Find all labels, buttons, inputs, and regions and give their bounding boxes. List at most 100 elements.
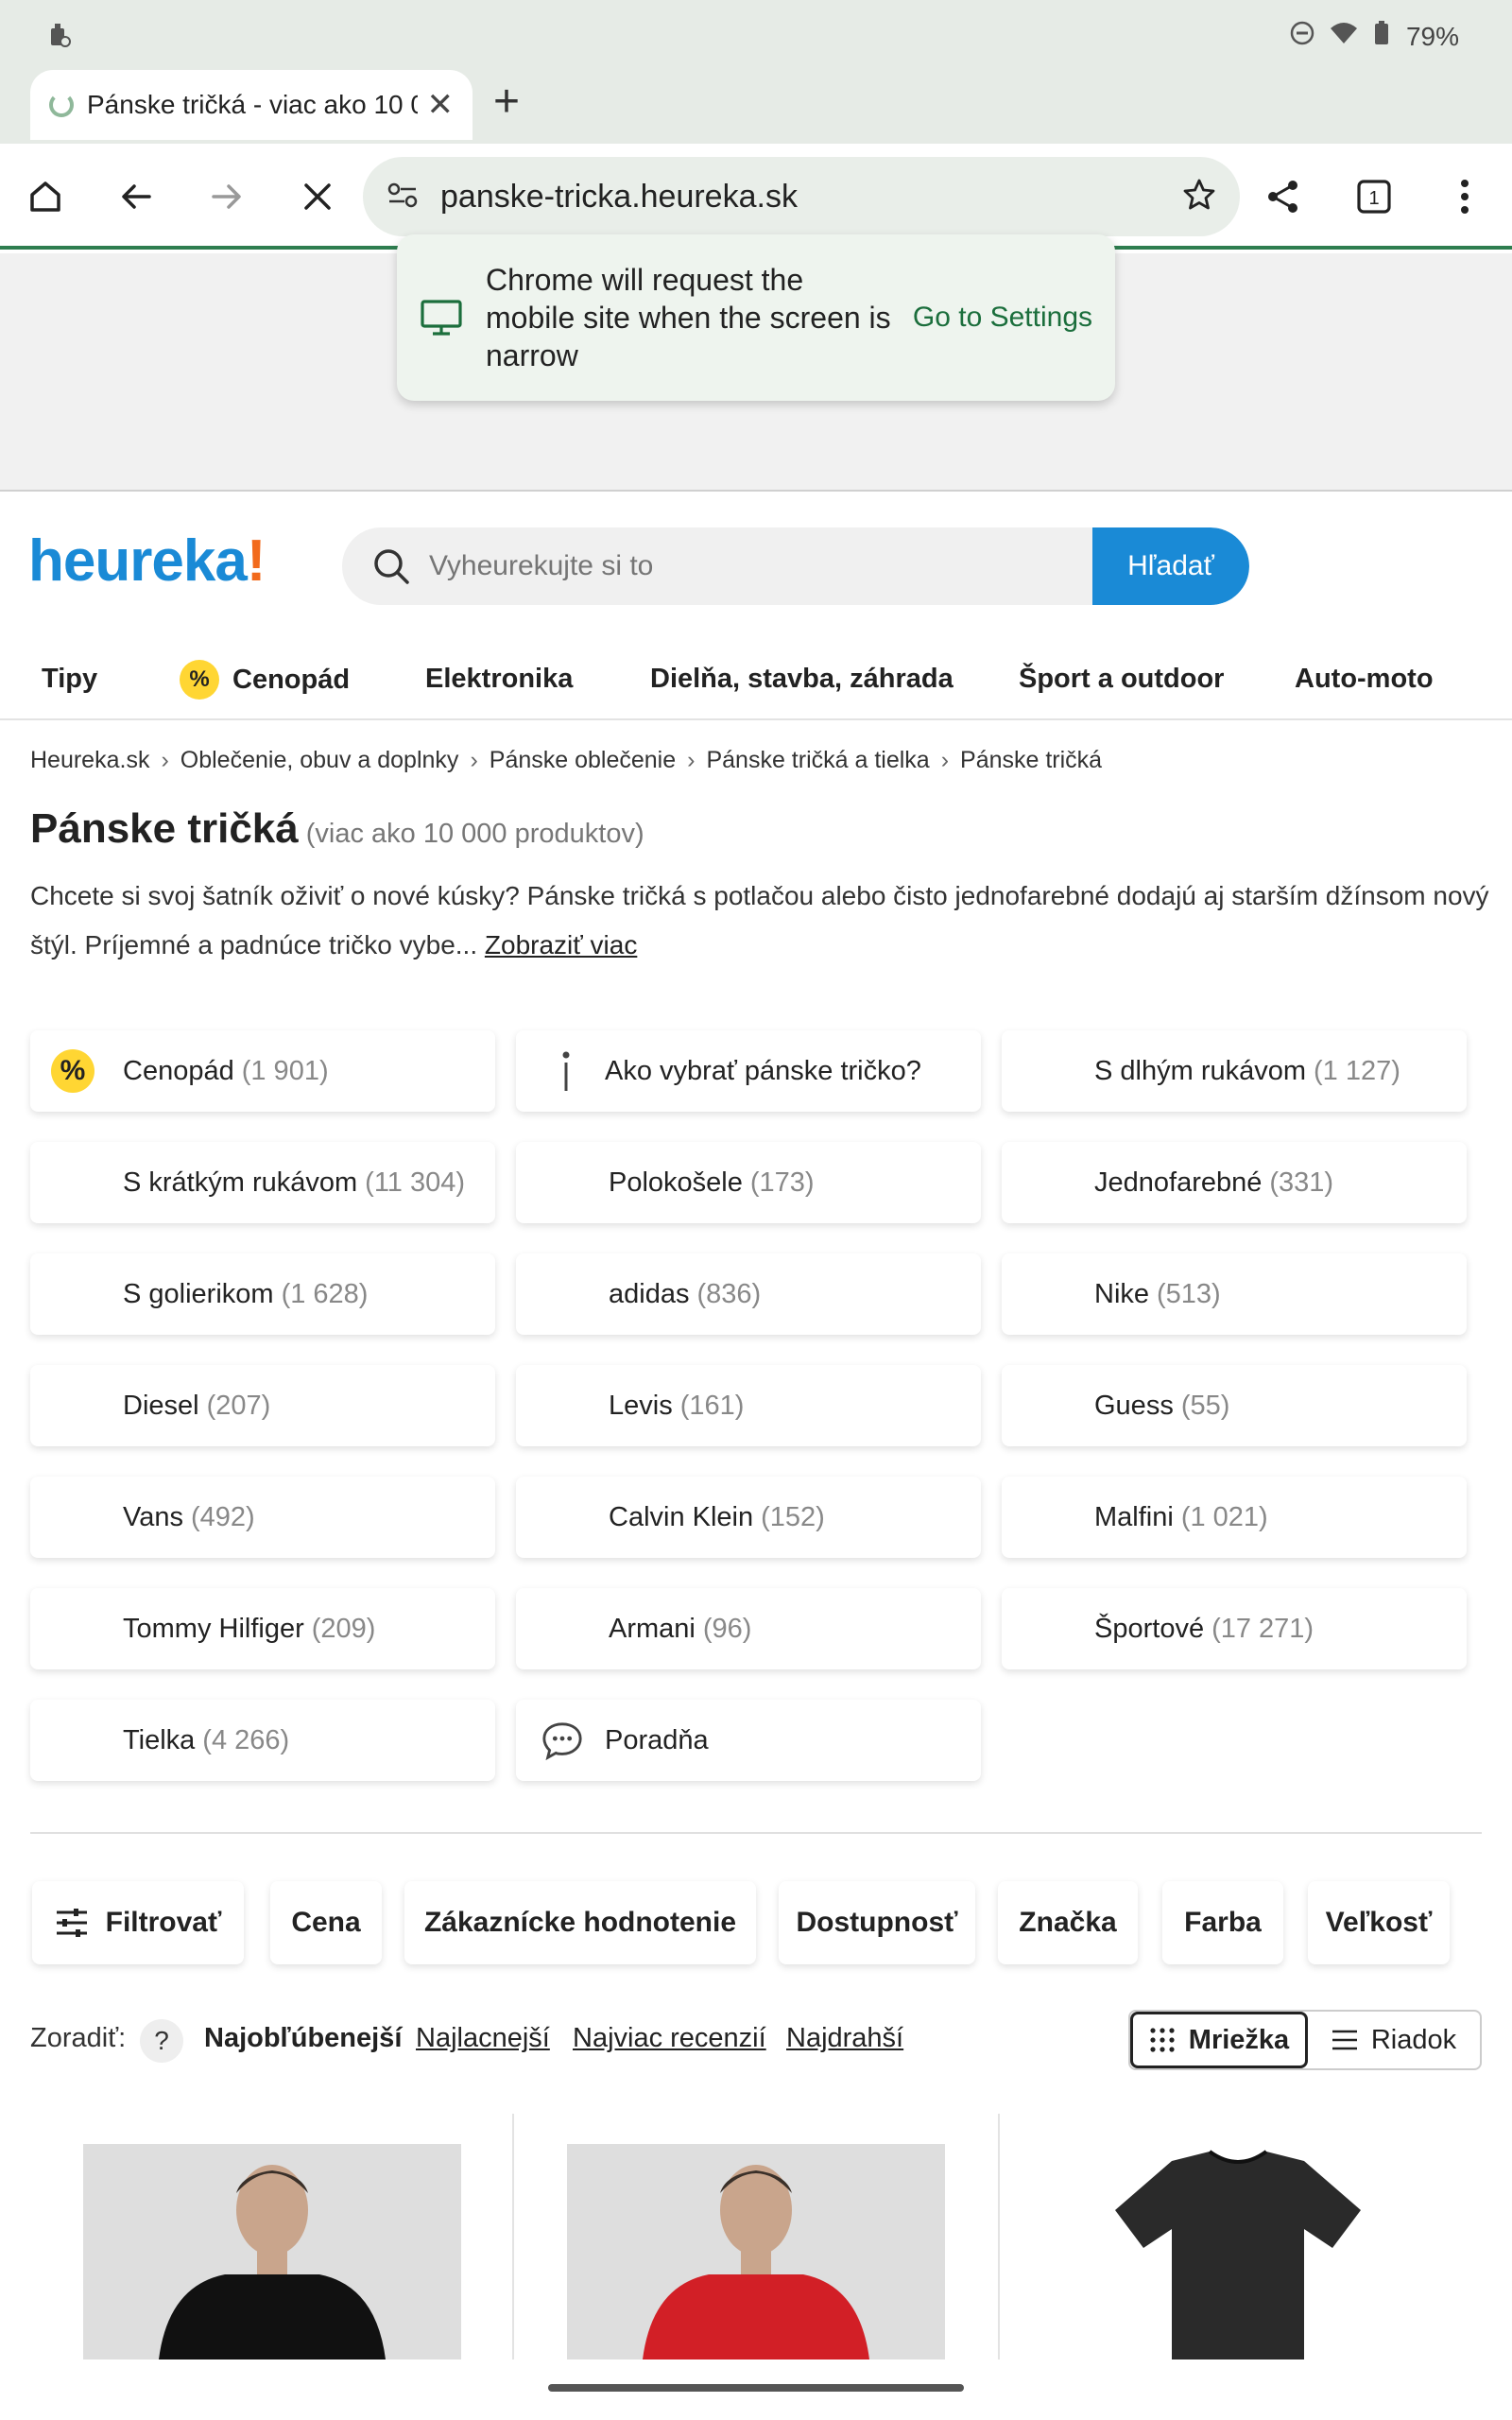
category-count: (513) bbox=[1157, 1278, 1221, 1309]
category-count: (1 127) bbox=[1314, 1055, 1400, 1086]
info-icon bbox=[544, 1049, 588, 1093]
share-icon[interactable] bbox=[1255, 168, 1312, 225]
filter-brand[interactable]: Značka bbox=[998, 1881, 1138, 1964]
more-menu-icon[interactable] bbox=[1436, 168, 1493, 225]
site-search: Hľadať bbox=[342, 527, 1249, 605]
row-view-label: Riadok bbox=[1370, 2024, 1457, 2055]
tab-strip: Pánske tričká - viac ako 10 000 produkto… bbox=[0, 66, 1512, 144]
home-icon[interactable] bbox=[17, 168, 74, 225]
chevron-right-icon: › bbox=[687, 747, 696, 773]
category-sport[interactable]: Športové (17 271) bbox=[1002, 1588, 1467, 1669]
gesture-bar[interactable] bbox=[548, 2384, 964, 2392]
category-count: (209) bbox=[311, 1613, 376, 1644]
heureka-logo[interactable]: heureka! bbox=[28, 527, 266, 595]
bookmark-star-icon[interactable] bbox=[1181, 177, 1217, 217]
product-image[interactable] bbox=[83, 2144, 461, 2360]
category-adidas[interactable]: adidas (836) bbox=[516, 1253, 981, 1335]
browser-tab[interactable]: Pánske tričká - viac ako 10 000 produkto… bbox=[30, 70, 472, 140]
tab-switcher-button[interactable]: 1 bbox=[1346, 168, 1402, 225]
search-button[interactable]: Hľadať bbox=[1092, 527, 1249, 605]
nav-item-dielna[interactable]: Dielňa, stavba, záhrada bbox=[650, 664, 954, 695]
nav-label: Elektronika bbox=[425, 664, 574, 694]
filter-button[interactable]: Filtrovať bbox=[32, 1881, 244, 1964]
close-tab-icon[interactable]: ✕ bbox=[427, 86, 455, 124]
grid-view-button[interactable]: Mriežka bbox=[1130, 2012, 1308, 2068]
show-more-link[interactable]: Zobraziť viac bbox=[485, 930, 637, 959]
category-count: (1 628) bbox=[281, 1278, 369, 1309]
address-bar[interactable]: panske-tricka.heureka.sk bbox=[363, 157, 1240, 236]
row-view-button[interactable]: Riadok bbox=[1308, 2012, 1480, 2068]
category-cenopad[interactable]: % Cenopád (1 901) bbox=[30, 1030, 495, 1112]
category-guess[interactable]: Guess (55) bbox=[1002, 1365, 1467, 1446]
search-input[interactable] bbox=[429, 550, 1092, 582]
category-calvin-klein[interactable]: Calvin Klein (152) bbox=[516, 1477, 981, 1558]
category-solid[interactable]: Jednofarebné (331) bbox=[1002, 1142, 1467, 1223]
nav-item-sport[interactable]: Šport a outdoor bbox=[1019, 664, 1224, 695]
forward-icon[interactable] bbox=[198, 168, 255, 225]
back-icon[interactable] bbox=[108, 168, 164, 225]
go-to-settings-link[interactable]: Go to Settings bbox=[913, 302, 1092, 334]
url-text[interactable]: panske-tricka.heureka.sk bbox=[440, 179, 1181, 216]
filter-label: Značka bbox=[1019, 1907, 1117, 1938]
category-collar[interactable]: S golierikom (1 628) bbox=[30, 1253, 495, 1335]
category-tielka[interactable]: Tielka (4 266) bbox=[30, 1700, 495, 1781]
sort-cheapest[interactable]: Najlacnejší bbox=[416, 2023, 550, 2054]
nav-item-cenopad[interactable]: % Cenopád bbox=[180, 660, 350, 700]
sort-most-popular[interactable]: Najobľúbenejší bbox=[204, 2023, 402, 2054]
chevron-right-icon: › bbox=[940, 747, 950, 773]
stop-loading-icon[interactable] bbox=[289, 168, 346, 225]
category-guide[interactable]: Ako vybrať pánske tričko? bbox=[516, 1030, 981, 1112]
breadcrumb-current: Pánske tričká bbox=[960, 747, 1103, 773]
logo-bang: ! bbox=[246, 528, 266, 594]
breadcrumb-link[interactable]: Pánske oblečenie bbox=[490, 747, 676, 774]
filter-size[interactable]: Veľkosť bbox=[1308, 1881, 1450, 1964]
nav-item-auto-moto[interactable]: Auto-moto bbox=[1295, 664, 1434, 695]
category-nav: Tipy % Cenopád Elektronika Dielňa, stavba… bbox=[0, 652, 1512, 720]
category-diesel[interactable]: Diesel (207) bbox=[30, 1365, 495, 1446]
filter-price[interactable]: Cena bbox=[270, 1881, 382, 1964]
category-long-sleeve[interactable]: S dlhým rukávom (1 127) bbox=[1002, 1030, 1467, 1112]
chevron-right-icon: › bbox=[161, 747, 169, 773]
nav-label: Dielňa, stavba, záhrada bbox=[650, 664, 954, 694]
category-nike[interactable]: Nike (513) bbox=[1002, 1253, 1467, 1335]
category-polo[interactable]: Polokošele (173) bbox=[516, 1142, 981, 1223]
category-count: (152) bbox=[761, 1501, 825, 1532]
category-short-sleeve[interactable]: S krátkým rukávom (11 304) bbox=[30, 1142, 495, 1223]
site-settings-icon[interactable] bbox=[386, 181, 420, 214]
filter-rating[interactable]: Zákaznícke hodnotenie bbox=[404, 1881, 756, 1964]
nav-item-elektronika[interactable]: Elektronika bbox=[425, 664, 573, 695]
category-label: Guess bbox=[1094, 1390, 1174, 1421]
view-toggle: Mriežka Riadok bbox=[1128, 2010, 1482, 2070]
category-levis[interactable]: Levis (161) bbox=[516, 1365, 981, 1446]
mobile-site-message: Chrome will request the mobile site when… bbox=[397, 234, 1115, 401]
notification-icon bbox=[47, 21, 72, 56]
nav-label: Šport a outdoor bbox=[1019, 664, 1225, 694]
breadcrumb-link[interactable]: Heureka.sk bbox=[30, 747, 149, 774]
category-poradna[interactable]: Poradňa bbox=[516, 1700, 981, 1781]
logo-text: heureka bbox=[28, 528, 248, 594]
search-icon bbox=[374, 549, 409, 584]
category-label: Cenopád bbox=[123, 1055, 234, 1086]
category-count: (17 271) bbox=[1211, 1613, 1314, 1644]
sort-most-reviews[interactable]: Najviac recenzií bbox=[573, 2023, 766, 2054]
filter-color[interactable]: Farba bbox=[1162, 1881, 1283, 1964]
product-image[interactable] bbox=[1049, 2144, 1427, 2360]
category-label: Tielka bbox=[123, 1724, 196, 1755]
nav-item-tipy[interactable]: Tipy bbox=[42, 664, 97, 695]
category-label: Jednofarebné bbox=[1094, 1167, 1263, 1198]
sort-most-expensive[interactable]: Najdrahší bbox=[786, 2023, 903, 2054]
breadcrumb-link[interactable]: Oblečenie, obuv a doplnky bbox=[180, 747, 459, 774]
category-armani[interactable]: Armani (96) bbox=[516, 1588, 981, 1669]
nav-label: Auto-moto bbox=[1295, 664, 1434, 694]
category-vans[interactable]: Vans (492) bbox=[30, 1477, 495, 1558]
filter-availability[interactable]: Dostupnosť bbox=[779, 1881, 975, 1964]
category-malfini[interactable]: Malfini (1 021) bbox=[1002, 1477, 1467, 1558]
new-tab-button[interactable]: + bbox=[493, 79, 520, 125]
category-tommy-hilfiger[interactable]: Tommy Hilfiger (209) bbox=[30, 1588, 495, 1669]
help-icon[interactable]: ? bbox=[140, 2019, 183, 2063]
chat-advice-icon bbox=[541, 1719, 584, 1762]
product-image[interactable] bbox=[567, 2144, 945, 2360]
percent-icon: % bbox=[180, 660, 219, 700]
category-label: Polokošele bbox=[609, 1167, 743, 1198]
breadcrumb-link[interactable]: Pánske tričká a tielka bbox=[706, 747, 929, 774]
